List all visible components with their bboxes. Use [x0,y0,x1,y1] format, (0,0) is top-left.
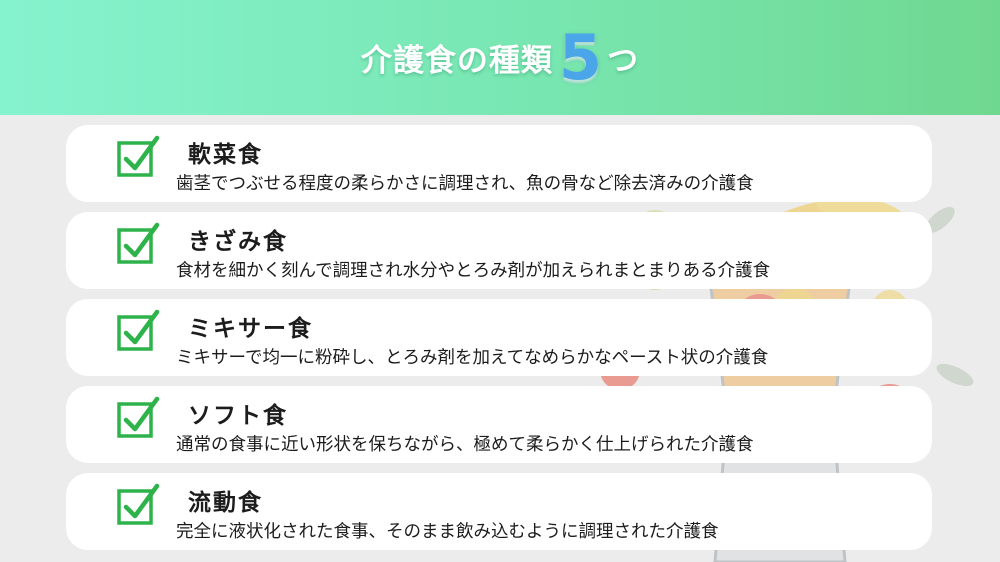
list-item: ミキサー食 ミキサーで均一に粉砕し、とろみ剤を加えてなめらかなペースト状の介護食 [66,299,932,376]
list-item: ソフト食 通常の食事に近い形状を保ちながら、極めて柔らかく仕上げられた介護食 [66,386,932,463]
list-item: 軟菜食 歯茎でつぶせる程度の柔らかさに調理され、魚の骨など除去済みの介護食 [66,125,932,202]
item-description: 歯茎でつぶせる程度の柔らかさに調理され、魚の骨など除去済みの介護食 [176,174,754,194]
item-title: 流動食 [188,490,263,516]
item-title: きざみ食 [188,229,288,255]
item-description: ミキサーで均一に粉砕し、とろみ剤を加えてなめらかなペースト状の介護食 [176,348,769,368]
list-item: きざみ食 食材を細かく刻んで調理され水分やとろみ剤が加えられまとまりある介護食 [66,212,932,289]
checkbox-checked-icon [116,221,160,265]
title-text: 介護食の種類 [360,43,553,79]
item-title: ミキサー食 [188,316,313,342]
checkbox-checked-icon [116,308,160,352]
checkbox-checked-icon [116,482,160,526]
checkbox-checked-icon [116,395,160,439]
item-title: ソフト食 [188,403,288,429]
item-description: 通常の食事に近い形状を保ちながら、極めて柔らかく仕上げられた介護食 [176,435,754,455]
checkbox-checked-icon [116,134,160,178]
item-title: 軟菜食 [188,142,263,168]
list-item: 流動食 完全に液状化された食事、そのまま飲み込むように調理された介護食 [66,473,932,550]
title-number: 5 [558,20,604,94]
title-suffix: つ [607,43,640,79]
item-description: 食材を細かく刻んで調理され水分やとろみ剤が加えられまとまりある介護食 [176,261,771,281]
page-title: 介護食の種類 5 つ [0,0,1000,115]
item-description: 完全に液状化された食事、そのまま飲み込むように調理された介護食 [176,522,719,542]
